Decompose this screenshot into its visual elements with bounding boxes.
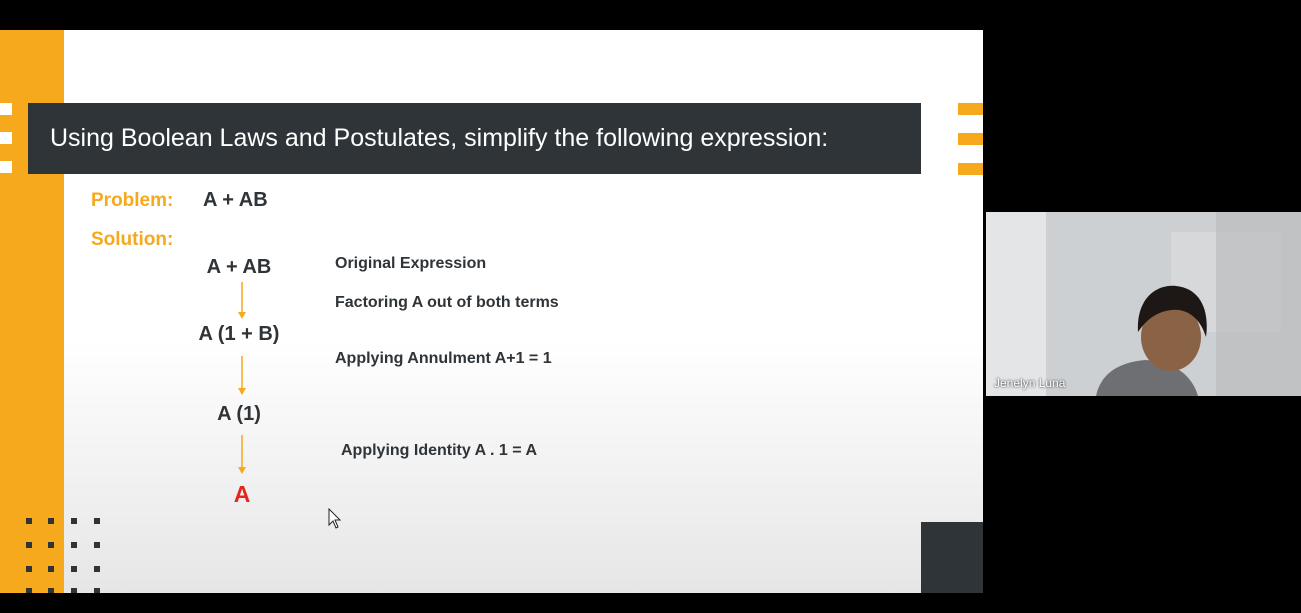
step-expression: A (1) xyxy=(217,403,261,425)
slide-title-bar: Using Boolean Laws and Postulates, simpl… xyxy=(28,103,921,174)
left-dash xyxy=(0,103,12,115)
arrow-down-icon xyxy=(238,282,246,319)
participant-name: Jenelyn Luna xyxy=(994,376,1066,390)
left-dash xyxy=(0,161,12,173)
step-note: Factoring A out of both terms xyxy=(335,294,559,311)
slide-corner-block xyxy=(921,522,983,593)
step-expression: A (1 + B) xyxy=(198,323,280,345)
final-result: A xyxy=(233,481,251,507)
participant-video-feed xyxy=(986,212,1301,396)
problem-expression: A + AB xyxy=(203,189,268,211)
cursor-icon xyxy=(328,508,342,529)
slide-title: Using Boolean Laws and Postulates, simpl… xyxy=(50,124,829,152)
arrow-down-icon xyxy=(238,435,246,474)
step-note: Applying Identity A . 1 = A xyxy=(341,442,538,459)
right-dash xyxy=(958,133,983,145)
problem-label: Problem: xyxy=(91,190,174,211)
step-note: Applying Annulment A+1 = 1 xyxy=(335,350,552,367)
step-note: Original Expression xyxy=(335,255,487,272)
step-expression: A + AB xyxy=(206,256,272,278)
right-dash xyxy=(958,163,983,175)
solution-label: Solution: xyxy=(91,229,174,250)
arrow-down-icon xyxy=(238,356,246,395)
participant-video-tile[interactable]: Jenelyn Luna xyxy=(986,212,1301,396)
left-dash xyxy=(0,132,12,144)
presentation-slide: Using Boolean Laws and Postulates, simpl… xyxy=(0,30,983,593)
right-dash xyxy=(958,103,983,115)
